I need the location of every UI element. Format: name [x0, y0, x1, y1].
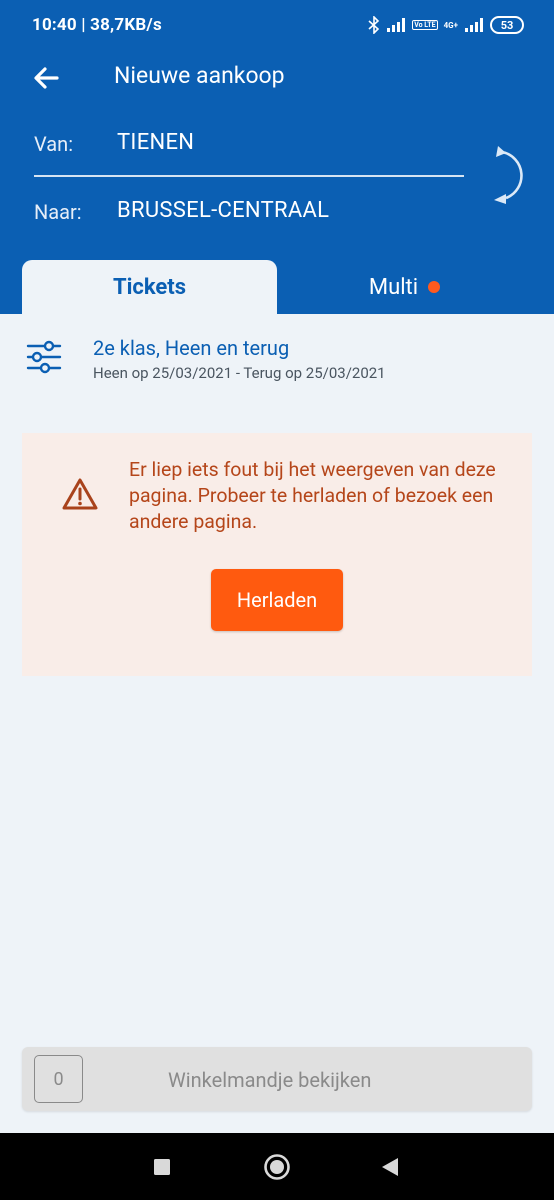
app-header: 10:40 | 38,7KB/s Vo LTE 4G+ 53 Nieuwe aa…	[0, 0, 554, 314]
error-message: Er liep iets fout bij het weergeven van …	[129, 458, 496, 533]
tab-tickets[interactable]: Tickets	[22, 260, 277, 314]
swap-stations-button[interactable]	[484, 144, 530, 208]
signal-4g-icon: 4G+	[443, 20, 458, 30]
to-label: Naar:	[34, 200, 82, 224]
ticket-dates: Heen op 25/03/2021 - Terug op 25/03/2021	[93, 364, 386, 382]
signal-icon	[387, 18, 406, 32]
back-button[interactable]	[26, 60, 66, 96]
to-station-field[interactable]: BRUSSEL-CENTRAAL	[117, 198, 329, 223]
ticket-class-title: 2e klas, Heen en terug	[93, 336, 290, 360]
back-triangle-icon	[382, 1157, 398, 1176]
signal-icon	[465, 18, 483, 32]
view-cart-button[interactable]: 0 Winkelmandje bekijken	[22, 1047, 532, 1111]
tab-multi[interactable]: Multi	[277, 260, 532, 314]
home-circle-icon	[264, 1153, 290, 1180]
cart-count-badge: 0	[34, 1055, 83, 1103]
volte-icon: Vo LTE	[412, 20, 438, 30]
warning-icon	[62, 478, 98, 510]
divider	[34, 175, 464, 177]
error-panel: Er liep iets fout bij het weergeven van …	[22, 433, 532, 676]
reload-button[interactable]: Herladen	[211, 569, 343, 631]
tab-multi-label: Multi	[368, 274, 419, 300]
tab-tickets-label: Tickets	[112, 274, 187, 300]
back-arrow-icon	[34, 67, 59, 89]
from-station-field[interactable]: TIENEN	[117, 130, 194, 155]
battery-icon: 53	[490, 16, 524, 34]
from-label: Van:	[34, 132, 74, 156]
status-time: 10:40 | 38,7KB/s	[32, 15, 162, 35]
status-bar: 10:40 | 38,7KB/s Vo LTE 4G+ 53	[0, 0, 554, 50]
sliders-icon	[26, 340, 62, 374]
notification-dot	[428, 281, 441, 293]
view-cart-label: Winkelmandje bekijken	[168, 1068, 372, 1092]
home-button[interactable]	[247, 1133, 307, 1200]
swap-icon	[494, 146, 523, 204]
back-nav-button[interactable]	[360, 1133, 420, 1200]
page-title: Nieuwe aankoop	[114, 62, 285, 89]
status-icons: Vo LTE 4G+ 53	[368, 13, 524, 37]
recents-button[interactable]	[132, 1133, 192, 1200]
system-nav-bar	[0, 1133, 554, 1200]
bluetooth-icon	[368, 16, 380, 34]
square-icon	[154, 1158, 170, 1175]
ticket-options-row[interactable]: 2e klas, Heen en terug Heen op 25/03/202…	[0, 322, 554, 394]
